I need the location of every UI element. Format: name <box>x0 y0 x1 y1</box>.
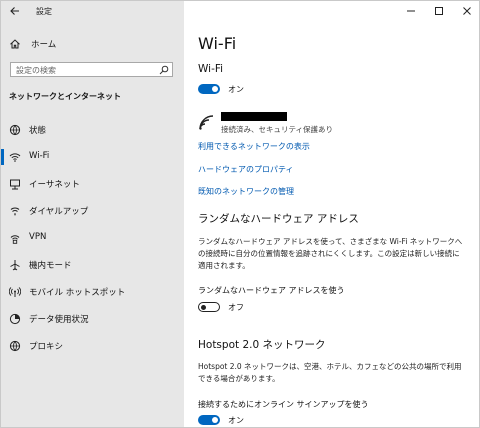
hotspot20-toggle-label: 接続するためにオンライン サインアップを使う <box>198 400 369 409</box>
dialup-icon <box>10 207 20 216</box>
minimize-button[interactable] <box>397 1 425 21</box>
maximize-icon <box>435 7 443 15</box>
sidebar-item-label: 機内モード <box>29 261 72 271</box>
proxy-globe-icon <box>9 340 21 352</box>
hotspot20-toggle-state: オン <box>228 416 244 425</box>
sidebar-item-data-usage[interactable]: データ使用状況 <box>1 312 184 326</box>
sidebar-item-vpn[interactable]: VPN <box>1 231 184 245</box>
globe-icon <box>9 124 21 136</box>
sidebar-item-status[interactable]: 状態 <box>1 123 184 137</box>
manage-known-networks-link[interactable]: 既知のネットワークの管理 <box>198 186 294 197</box>
window-controls <box>397 1 479 21</box>
sidebar-item-label: VPN <box>29 232 47 242</box>
random-hw-description: ランダムなハードウェア アドレスを使って、さまざまな Wi-Fi ネットワークへ… <box>198 237 463 270</box>
sidebar-item-ethernet[interactable]: イーサネット <box>1 177 184 191</box>
show-networks-link[interactable]: 利用できるネットワークの表示 <box>198 141 310 152</box>
sidebar-item-label: 状態 <box>29 126 47 136</box>
section-heading: ネットワークとインターネット <box>9 92 121 101</box>
sidebar-item-label: モバイル ホットスポット <box>29 288 126 298</box>
search-placeholder: 設定の検索 <box>16 66 56 75</box>
home-nav-item[interactable]: ホーム <box>9 37 56 51</box>
hotspot20-heading: Hotspot 2.0 ネットワーク <box>198 339 326 351</box>
minimize-icon <box>407 10 415 12</box>
sidebar-item-label: プロキシ <box>29 342 64 352</box>
hotspot20-toggle[interactable] <box>198 415 220 425</box>
home-label: ホーム <box>31 40 57 50</box>
ethernet-icon <box>10 179 20 190</box>
titlebar-left: 設定 <box>1 1 184 23</box>
settings-window: 設定 ホーム 設定の検索 ネットワークとインターネット 状態 Wi-Fi イーサ… <box>0 0 480 428</box>
random-hw-toggle[interactable] <box>198 302 220 312</box>
hotspot-icon <box>9 287 21 297</box>
sidebar-item-label: ダイヤルアップ <box>29 207 89 217</box>
random-hw-heading: ランダムなハードウェア アドレス <box>198 213 359 225</box>
random-hw-toggle-label: ランダムなハードウェア アドレスを使う <box>198 286 345 295</box>
network-status: 接続済み、セキュリティ保護あり <box>221 125 334 134</box>
vpn-icon <box>10 235 20 244</box>
main-content: Wi-Fi Wi-Fi オン 接続済み、セキュリティ保護あり 利用できるネットワ… <box>184 1 479 427</box>
airplane-icon <box>10 260 20 271</box>
close-icon <box>463 7 471 15</box>
maximize-button[interactable] <box>425 1 453 21</box>
page-title: Wi-Fi <box>198 34 237 53</box>
wifi-toggle-state: オン <box>228 85 244 94</box>
sidebar-item-dialup[interactable]: ダイヤルアップ <box>1 204 184 218</box>
sidebar-item-hotspot[interactable]: モバイル ホットスポット <box>1 285 184 299</box>
wifi-heading: Wi-Fi <box>198 63 224 75</box>
close-button[interactable] <box>453 1 479 21</box>
random-hw-toggle-state: オフ <box>228 303 244 312</box>
sidebar-item-label: データ使用状況 <box>29 315 89 325</box>
sidebar-item-label: Wi-Fi <box>29 151 50 161</box>
back-arrow-icon <box>10 7 19 15</box>
sidebar-item-wifi[interactable]: Wi-Fi <box>1 149 184 165</box>
search-box[interactable]: 設定の検索 <box>10 62 173 77</box>
sidebar-item-airplane[interactable]: 機内モード <box>1 258 184 272</box>
data-usage-icon <box>9 313 21 325</box>
wifi-signal-icon <box>199 115 214 130</box>
wifi-toggle[interactable] <box>198 84 220 94</box>
sidebar: 設定 ホーム 設定の検索 ネットワークとインターネット 状態 Wi-Fi イーサ… <box>1 1 184 427</box>
home-icon <box>10 39 20 49</box>
app-title: 設定 <box>36 7 52 16</box>
hardware-properties-link[interactable]: ハードウェアのプロパティ <box>198 164 294 175</box>
wifi-icon <box>9 153 21 162</box>
hotspot20-description: Hotspot 2.0 ネットワークは、空港、ホテル、カフェなどの公共の場所で利… <box>198 362 462 383</box>
sidebar-item-proxy[interactable]: プロキシ <box>1 339 184 353</box>
search-icon <box>159 65 169 75</box>
sidebar-item-label: イーサネット <box>29 180 80 190</box>
back-button[interactable] <box>8 5 22 19</box>
redacted-network-name <box>221 112 287 121</box>
